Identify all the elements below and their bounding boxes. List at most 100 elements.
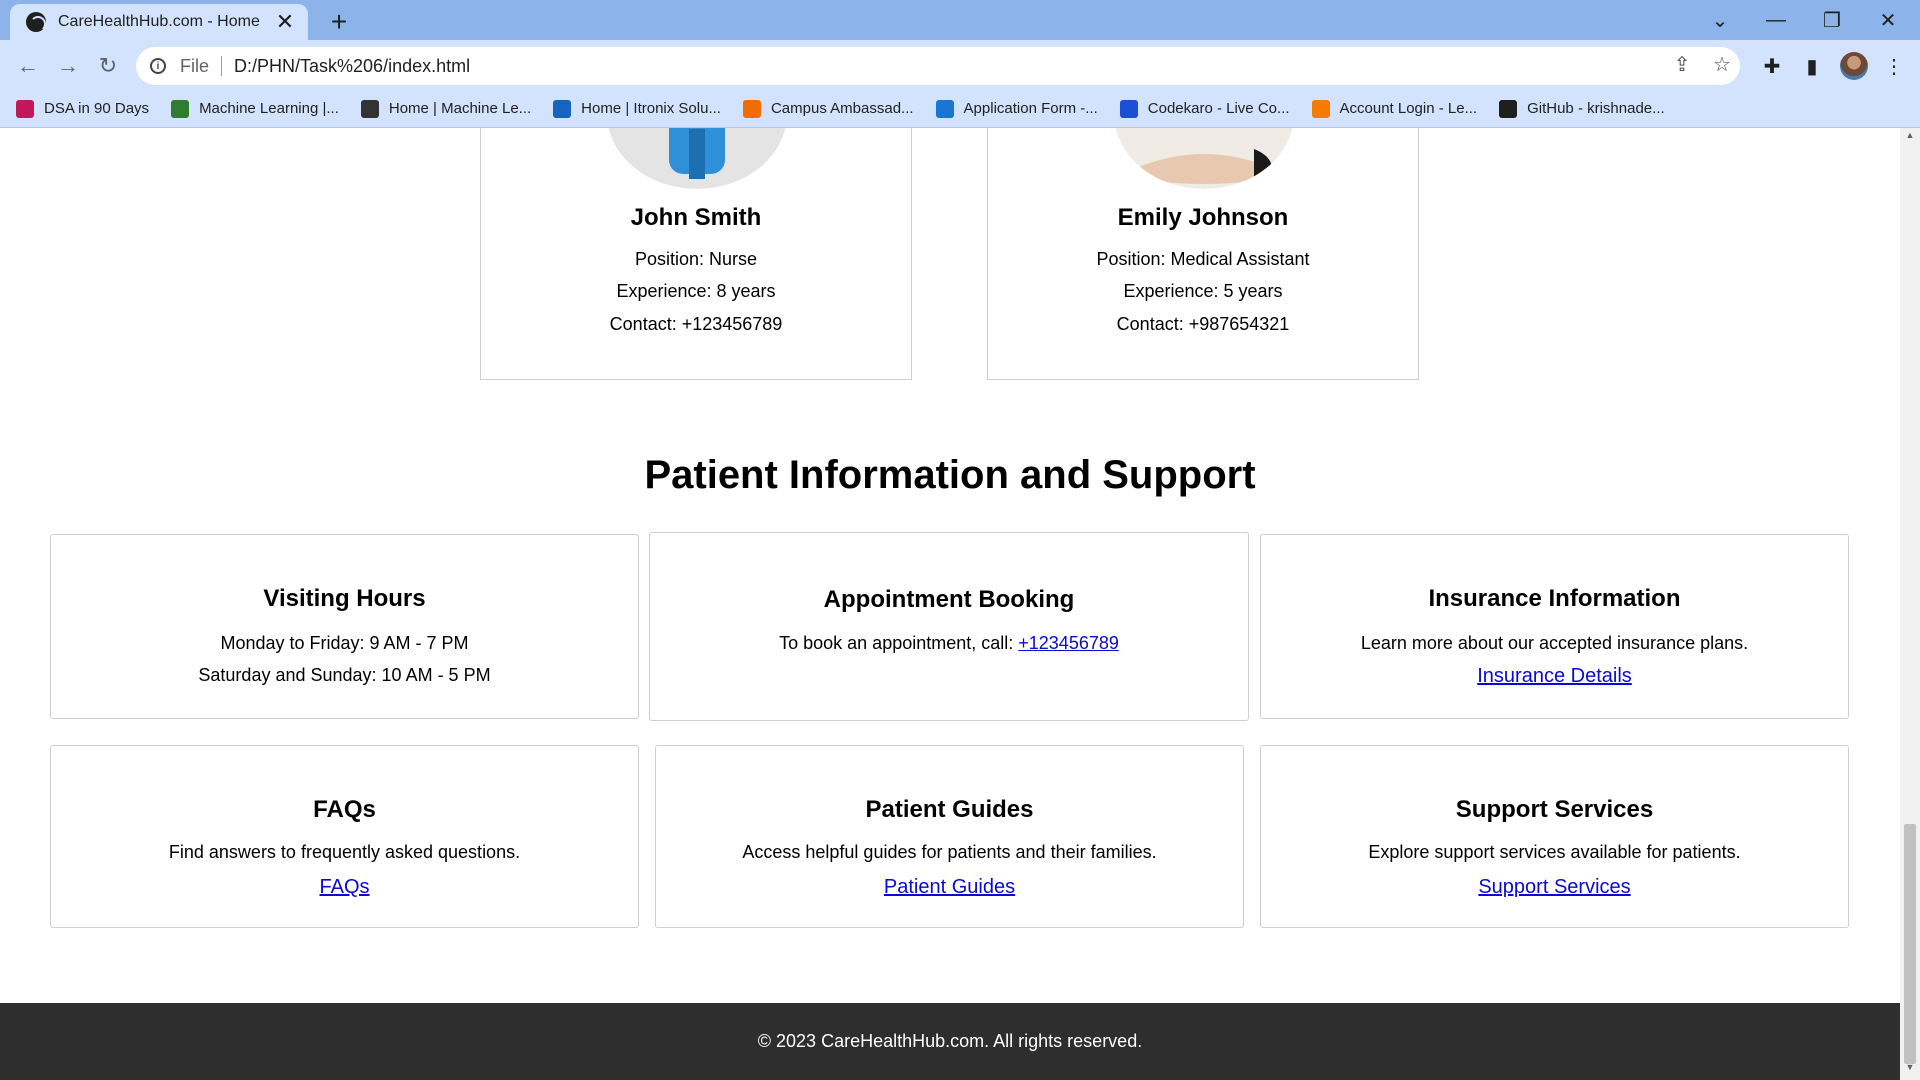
support-services-card: Support Services Explore support service… bbox=[1260, 745, 1849, 928]
url-scheme: File bbox=[180, 55, 210, 76]
bookmark-label: Home | Machine Le... bbox=[388, 100, 532, 117]
support-services-link[interactable]: Support Services bbox=[1478, 876, 1630, 898]
staff-photo bbox=[1114, 128, 1294, 189]
side-panel-icon[interactable]: ▮ bbox=[1798, 52, 1826, 80]
patient-guides-link[interactable]: Patient Guides bbox=[884, 876, 1015, 898]
card-title: Appointment Booking bbox=[823, 586, 1075, 613]
bookmark-favicon-icon bbox=[1499, 99, 1518, 118]
faqs-card: FAQs Find answers to frequently asked qu… bbox=[50, 745, 639, 928]
card-link-wrap: Patient Guides bbox=[656, 876, 1243, 899]
bookmark-item[interactable]: Home | Machine Le... bbox=[360, 99, 532, 118]
url-text[interactable]: D:/PHN/Task%206/index.html bbox=[234, 56, 470, 77]
bookmark-favicon-icon bbox=[360, 99, 379, 118]
bookmark-item[interactable]: Application Form -... bbox=[935, 99, 1098, 118]
close-window-button[interactable]: ✕ bbox=[1860, 0, 1916, 40]
bookmark-favicon-icon bbox=[1311, 99, 1330, 118]
page-viewport: John Smith Position: Nurse Experience: 8… bbox=[0, 128, 1900, 1080]
bookmark-label: Campus Ambassad... bbox=[770, 100, 914, 117]
profile-avatar[interactable] bbox=[1840, 52, 1868, 80]
tab-active[interactable]: CareHealthHub.com - Home ✕ bbox=[10, 4, 308, 40]
card-title: Insurance Information bbox=[1428, 585, 1681, 612]
staff-name: Emily Johnson bbox=[1117, 204, 1289, 231]
site-footer: © 2023 CareHealthHub.com. All rights res… bbox=[0, 1003, 1900, 1080]
section-title: Patient Information and Support bbox=[644, 453, 1256, 497]
globe-icon bbox=[26, 12, 46, 32]
close-tab-icon[interactable]: ✕ bbox=[274, 9, 296, 35]
staff-position: Position: Nurse bbox=[634, 249, 758, 269]
card-text: To book an appointment, call: +123456789 bbox=[650, 633, 1248, 654]
bookmark-item[interactable]: Home | Itronix Solu... bbox=[553, 99, 721, 118]
bookmark-favicon-icon bbox=[16, 99, 34, 118]
bookmark-favicon-icon bbox=[742, 99, 761, 118]
bookmark-label: Account Login - Le... bbox=[1339, 100, 1478, 117]
card-link-wrap: Insurance Details bbox=[1261, 665, 1848, 688]
scrollbar-thumb[interactable] bbox=[1904, 824, 1916, 1064]
scroll-up-icon[interactable]: ▲ bbox=[1900, 130, 1920, 146]
card-text: Find answers to frequently asked questio… bbox=[168, 842, 521, 862]
bookmark-item[interactable]: Account Login - Le... bbox=[1311, 99, 1478, 118]
bookmark-favicon-icon bbox=[1119, 99, 1138, 118]
bookmark-item[interactable]: DSA in 90 Days bbox=[16, 99, 150, 118]
card-text: Access helpful guides for patients and t… bbox=[742, 842, 1157, 862]
card-text: Explore support services available for p… bbox=[1368, 842, 1741, 862]
bookmark-star-icon[interactable]: ☆ bbox=[1708, 52, 1736, 77]
bookmark-item[interactable]: Codekaro - Live Co... bbox=[1119, 99, 1290, 118]
card-title: Visiting Hours bbox=[263, 585, 426, 612]
minimize-button[interactable]: — bbox=[1748, 0, 1804, 40]
bookmark-label: Application Form -... bbox=[963, 100, 1098, 117]
appointment-card: Appointment Booking To book an appointme… bbox=[649, 532, 1249, 721]
info-icon[interactable]: i bbox=[150, 58, 166, 74]
page-scrollbar[interactable]: ▲ ▼ bbox=[1900, 128, 1920, 1080]
share-icon[interactable]: ⇪ bbox=[1668, 52, 1696, 77]
card-title: FAQs bbox=[313, 796, 376, 823]
staff-card: Emily Johnson Position: Medical Assistan… bbox=[987, 128, 1419, 380]
staff-card: John Smith Position: Nurse Experience: 8… bbox=[480, 128, 912, 380]
insurance-card: Insurance Information Learn more about o… bbox=[1260, 534, 1849, 719]
staff-position: Position: Medical Assistant bbox=[1096, 249, 1310, 269]
appointment-text: To book an appointment, call: bbox=[779, 633, 1019, 653]
bookmark-favicon-icon bbox=[553, 99, 572, 118]
staff-contact: Contact: +123456789 bbox=[609, 314, 783, 334]
bookmark-label: GitHub - krishnade... bbox=[1527, 100, 1665, 117]
visiting-hours-card: Visiting Hours Monday to Friday: 9 AM - … bbox=[50, 534, 639, 719]
card-link-wrap: Support Services bbox=[1261, 876, 1848, 899]
bookmark-item[interactable]: Campus Ambassad... bbox=[742, 99, 914, 118]
bookmark-label: DSA in 90 Days bbox=[44, 100, 150, 117]
card-title: Patient Guides bbox=[865, 796, 1034, 823]
bookmark-item[interactable]: GitHub - krishnade... bbox=[1499, 99, 1665, 118]
tab-search-icon[interactable]: ⌄ bbox=[1692, 0, 1748, 40]
restore-button[interactable]: ❐ bbox=[1804, 0, 1860, 40]
back-icon[interactable]: ← bbox=[12, 50, 44, 82]
new-tab-button[interactable]: + bbox=[324, 6, 354, 38]
reload-icon[interactable]: ↻ bbox=[92, 50, 124, 82]
address-bar[interactable]: i File D:/PHN/Task%206/index.html bbox=[136, 47, 1740, 85]
bookmarks-bar: DSA in 90 Days Machine Learning |... Home … bbox=[0, 90, 1920, 128]
extensions-icon[interactable]: ✚ bbox=[1758, 52, 1786, 80]
staff-experience: Experience: 8 years bbox=[616, 281, 776, 301]
card-text: Monday to Friday: 9 AM - 7 PM bbox=[220, 633, 469, 653]
card-title: Support Services bbox=[1455, 796, 1654, 823]
bookmark-favicon-icon bbox=[935, 99, 954, 118]
staff-photo bbox=[607, 128, 787, 189]
bookmark-label: Home | Itronix Solu... bbox=[581, 100, 721, 117]
patient-guides-card: Patient Guides Access helpful guides for… bbox=[655, 745, 1244, 928]
bookmark-item[interactable]: Machine Learning |... bbox=[171, 99, 339, 118]
staff-experience: Experience: 5 years bbox=[1123, 281, 1283, 301]
bookmark-label: Codekaro - Live Co... bbox=[1147, 100, 1290, 117]
staff-contact: Contact: +987654321 bbox=[1116, 314, 1290, 334]
bookmark-label: Machine Learning |... bbox=[199, 100, 339, 117]
menu-icon[interactable]: ⋮ bbox=[1880, 52, 1908, 80]
scroll-down-icon[interactable]: ▼ bbox=[1900, 1062, 1920, 1078]
tab-title: CareHealthHub.com - Home bbox=[58, 13, 260, 30]
phone-link[interactable]: +123456789 bbox=[1018, 633, 1119, 653]
staff-name: John Smith bbox=[630, 204, 762, 231]
bookmark-favicon-icon bbox=[171, 99, 190, 118]
card-text: Saturday and Sunday: 10 AM - 5 PM bbox=[198, 665, 491, 685]
url-separator bbox=[221, 56, 223, 76]
card-text: Learn more about our accepted insurance … bbox=[1360, 633, 1749, 653]
forward-icon[interactable]: → bbox=[52, 50, 84, 82]
faqs-link[interactable]: FAQs bbox=[319, 876, 369, 898]
tab-strip: CareHealthHub.com - Home ✕ + ⌄ — ❐ ✕ bbox=[0, 0, 1920, 40]
insurance-details-link[interactable]: Insurance Details bbox=[1477, 665, 1632, 687]
card-link-wrap: FAQs bbox=[51, 876, 638, 899]
